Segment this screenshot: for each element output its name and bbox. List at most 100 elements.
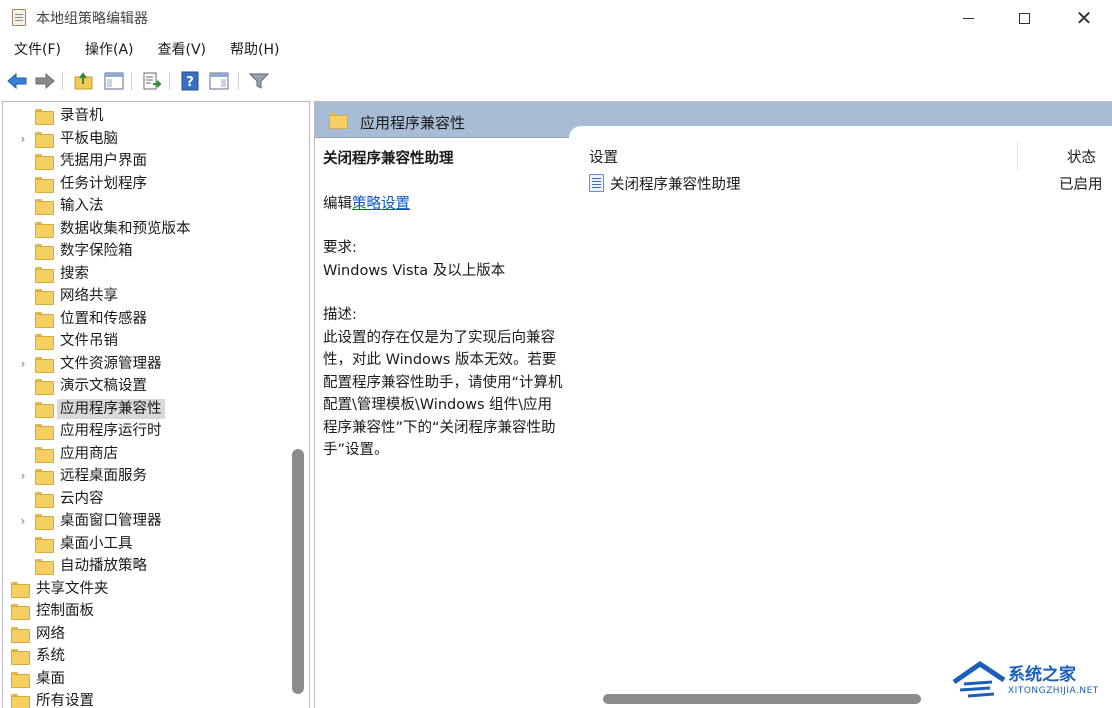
tree-item-label: 所有设置 bbox=[36, 693, 94, 708]
description-line: 配置程序兼容性助手，请使用“计算机 bbox=[323, 374, 563, 391]
forward-arrow-icon bbox=[35, 73, 55, 89]
up-level-button[interactable] bbox=[73, 70, 95, 92]
column-divider[interactable] bbox=[1017, 142, 1018, 170]
tree-item[interactable]: 控制面板 bbox=[3, 600, 289, 622]
filter-button[interactable] bbox=[248, 70, 270, 92]
tree-item[interactable]: 网络共享 bbox=[3, 285, 289, 307]
tree-item-label: 数字保险箱 bbox=[60, 243, 133, 259]
tree-item-label: 桌面 bbox=[36, 670, 65, 687]
forward-button[interactable] bbox=[34, 70, 56, 92]
tree-item[interactable]: 应用商店 bbox=[3, 443, 289, 465]
tree-item[interactable]: 搜索 bbox=[3, 263, 289, 285]
tree-item[interactable]: 演示文稿设置 bbox=[3, 375, 289, 397]
tree-item[interactable]: 云内容 bbox=[3, 488, 289, 510]
setting-name: 关闭程序兼容性助理 bbox=[610, 177, 741, 193]
folder-icon bbox=[35, 199, 54, 215]
tree-item[interactable]: › 文件资源管理器 bbox=[3, 353, 289, 375]
tree-item[interactable]: 数字保险箱 bbox=[3, 240, 289, 262]
tree-item-label: 数据收集和预览版本 bbox=[60, 220, 191, 237]
menu-view[interactable]: 查看(V) bbox=[144, 38, 217, 62]
tree-item[interactable]: 数据收集和预览版本 bbox=[3, 218, 289, 240]
console-tree-pane[interactable]: 录音机 › 平板电脑 凭据用户界面 任务计划程序输入法数据收集和预览版本 数字保险箱搜索网… bbox=[2, 101, 310, 708]
tree-item[interactable]: 应用程序兼容性 bbox=[3, 398, 289, 420]
expand-chevron-icon[interactable]: › bbox=[18, 514, 28, 528]
tree-item[interactable]: › 桌面窗口管理器 bbox=[3, 510, 289, 532]
requirements-value: Windows Vista 及以上版本 bbox=[323, 262, 506, 279]
maximize-icon bbox=[1018, 12, 1030, 24]
expand-chevron-icon[interactable]: › bbox=[18, 132, 28, 146]
setting-state: 已启用 bbox=[1059, 177, 1103, 193]
toolbar-separator bbox=[131, 72, 132, 90]
show-hide-tree-button[interactable] bbox=[103, 70, 125, 92]
list-item[interactable]: 关闭程序兼容性助理 已启用 bbox=[583, 171, 1112, 195]
minimize-button[interactable] bbox=[940, 0, 996, 36]
folder-icon bbox=[35, 311, 54, 328]
tree-item-label: 桌面小工具 bbox=[60, 535, 133, 552]
list-header-curve bbox=[569, 126, 1112, 142]
expand-chevron-icon[interactable]: › bbox=[18, 357, 28, 371]
expand-chevron-icon[interactable]: › bbox=[18, 469, 28, 483]
folder-icon bbox=[11, 694, 30, 708]
column-header-state[interactable]: 状态 bbox=[1067, 146, 1096, 167]
folder-icon bbox=[35, 131, 54, 148]
tree-item[interactable]: 位置和传感器 bbox=[3, 308, 289, 330]
close-button[interactable]: ✕ bbox=[1056, 0, 1112, 36]
tree-item[interactable]: › 远程桌面服务 bbox=[3, 465, 289, 487]
tree-item[interactable]: 录音机 bbox=[3, 105, 289, 127]
description-label: 描述: bbox=[323, 307, 357, 323]
filter-funnel-icon bbox=[249, 73, 269, 89]
folder-icon bbox=[329, 113, 348, 129]
tree-item-label: 输入法 bbox=[60, 198, 104, 214]
tree-item[interactable]: 自动播放策略 bbox=[3, 555, 289, 577]
menu-file[interactable]: 文件(F) bbox=[0, 38, 71, 62]
folder-icon bbox=[11, 626, 30, 643]
folder-icon bbox=[11, 649, 30, 665]
show-hide-action-pane-button[interactable] bbox=[208, 70, 230, 92]
policy-title: 关闭程序兼容性助理 bbox=[323, 151, 454, 167]
menu-help[interactable]: 帮助(H) bbox=[216, 38, 289, 62]
extended-description: 关闭程序兼容性助理 编辑策略设置 要求: Windows Vista 及以上版本… bbox=[323, 148, 575, 462]
tree-item-label: 网络共享 bbox=[60, 288, 118, 304]
folder-icon bbox=[35, 221, 54, 238]
help-button[interactable]: ? bbox=[179, 70, 201, 92]
policy-editor-app-icon bbox=[12, 9, 26, 26]
tree-item[interactable]: 任务计划程序 bbox=[3, 173, 289, 195]
tree-item-label: 位置和传感器 bbox=[60, 310, 147, 327]
toolbar-separator bbox=[62, 72, 63, 90]
tree-item[interactable]: 凭据用户界面 bbox=[3, 150, 289, 172]
edit-line: 编辑策略设置 bbox=[323, 193, 575, 216]
back-arrow-icon bbox=[7, 73, 27, 89]
maximize-button[interactable] bbox=[996, 0, 1052, 36]
tree-item-label: 应用程序运行时 bbox=[60, 423, 162, 439]
tree-item[interactable]: 网络 bbox=[3, 623, 289, 645]
window-title: 本地组策略编辑器 bbox=[36, 11, 148, 27]
folder-up-icon bbox=[74, 72, 93, 90]
watermark-logo: 系统之家 XITONGZHIJIA.NET bbox=[950, 658, 1110, 704]
action-pane-icon bbox=[209, 72, 229, 90]
menu-action[interactable]: 操作(A) bbox=[71, 38, 144, 62]
tree-item[interactable]: 输入法 bbox=[3, 195, 289, 217]
tree-item[interactable]: 系统 bbox=[3, 645, 289, 667]
tree-item[interactable]: 所有设置 bbox=[3, 690, 289, 708]
back-button[interactable] bbox=[6, 70, 28, 92]
tree-item[interactable]: › 平板电脑 bbox=[3, 128, 289, 150]
tree-item[interactable]: 文件吊销 bbox=[3, 330, 289, 352]
tree-item-label: 文件资源管理器 bbox=[60, 355, 162, 372]
policy-settings-link[interactable]: 策略设置 bbox=[352, 196, 410, 212]
column-header-setting[interactable]: 设置 bbox=[589, 146, 618, 167]
tree-item-label: 桌面窗口管理器 bbox=[60, 513, 162, 529]
folder-icon bbox=[35, 176, 54, 193]
tree-item-label: 自动播放策略 bbox=[60, 558, 147, 574]
tree-item[interactable]: 桌面 bbox=[3, 668, 289, 690]
title-bar: 本地组策略编辑器 ✕ bbox=[0, 0, 1112, 36]
folder-icon bbox=[35, 109, 54, 125]
export-list-icon bbox=[143, 72, 162, 90]
description-line: 程序兼容性”下的“关闭程序兼容性助 bbox=[323, 419, 556, 436]
tree-vertical-scrollbar-thumb[interactable] bbox=[292, 449, 304, 694]
tree-item[interactable]: 桌面小工具 bbox=[3, 533, 289, 555]
export-list-button[interactable] bbox=[141, 70, 163, 92]
tree-item[interactable]: 共享文件夹 bbox=[3, 578, 289, 600]
tree-item[interactable]: 应用程序运行时 bbox=[3, 420, 289, 442]
tree-item-label: 应用程序兼容性 bbox=[57, 398, 165, 419]
details-horizontal-scrollbar-thumb[interactable] bbox=[603, 694, 921, 704]
